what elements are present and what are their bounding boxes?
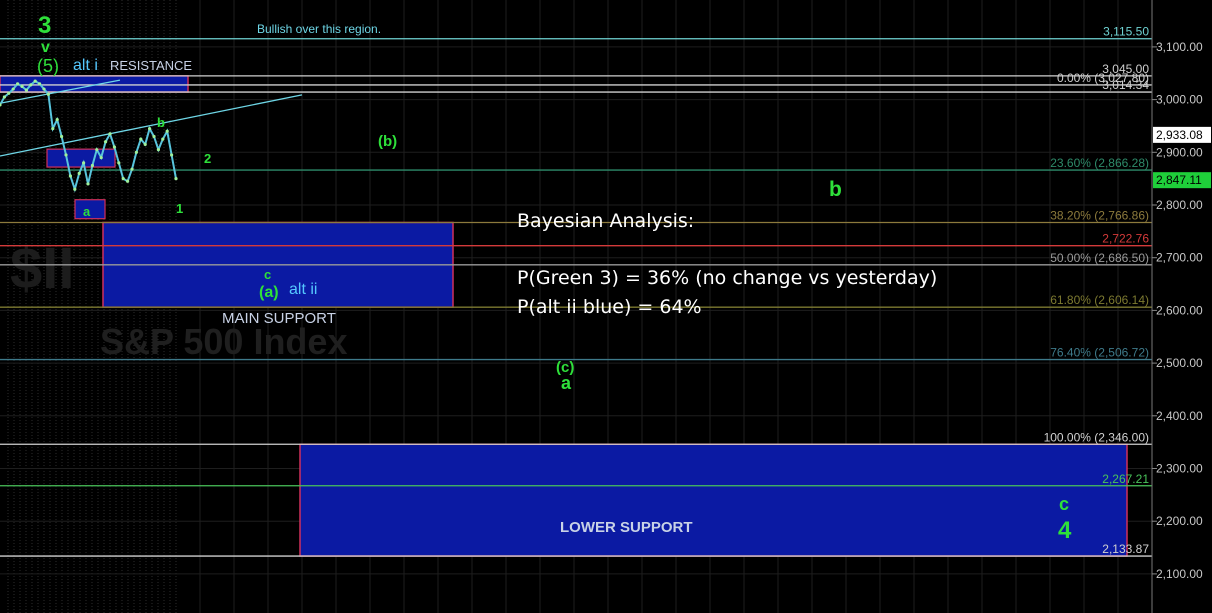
price-point [152,134,156,139]
level-label: 50.00% (2,686.50) [1050,251,1149,265]
wave-label-wave-c-small: c [264,267,271,282]
price-point [51,126,55,131]
wave-label-alt-ii: alt ii [289,281,317,298]
price-point [90,163,94,168]
price-point [143,142,147,146]
level-label: 3,014.34 [1102,78,1149,92]
price-point [77,171,81,175]
level-label: 3,115.50 [1103,25,1149,39]
price-point [16,82,20,86]
zone-box [0,75,189,93]
y-tick-label: 3,000.00 [1156,93,1203,107]
price-point [38,82,42,86]
price-point [161,137,165,141]
wave-label-wave-3: 3 [38,12,51,39]
price-point [7,91,11,95]
price-point [174,177,178,181]
y-axis: 3,100.00 3,000.00 2,900.00 2,800.00 2,700.00… [1151,0,1203,613]
price-point [2,95,6,99]
level-label: 100.00% (2,346.00) [1044,430,1149,444]
level-label: 76.40% (2,506.72) [1050,346,1149,360]
y-tick-label: 2,300.00 [1156,462,1203,476]
price-point [73,187,77,191]
level-label: 23.60% (2,866.28) [1050,156,1149,170]
price-point [46,92,51,96]
analysis-line-1: P(Green 3) = 36% (no change vs yesterday… [517,267,938,289]
small-zone-box [46,148,116,168]
price-point [121,177,125,181]
price-tag-label: 2,847.11 [1156,173,1202,187]
level-label: 2,267.21 [1102,472,1149,486]
wave-label-wave-1: 1 [176,201,183,216]
zone-box [299,443,1128,557]
wave-label-wave-a-big: a [561,373,572,393]
price-point [139,137,143,141]
wave-label-wave-b-small: b [157,115,165,130]
price-point [29,83,33,87]
wave-label-wave-a-box: a [83,204,91,219]
wave-label-wave-v: v [41,39,50,56]
price-point [130,167,134,171]
wave-label-wave-a-paren: (a) [259,284,279,301]
price-point [24,88,28,92]
wave-label-wave-b-paren: (b) [378,133,397,150]
price-point [99,155,103,160]
price-point [165,129,169,133]
y-tick-label: 3,100.00 [1156,40,1203,54]
level-label: 2,722.76 [1102,232,1149,246]
price-point [117,161,121,165]
price-point [104,140,108,144]
y-tick-label: 2,800.00 [1156,198,1203,212]
wave-label-wave-4: 4 [1058,517,1072,544]
price-tag-label: 2,933.08 [1156,128,1203,142]
price-point [33,79,37,83]
price-point [20,84,24,89]
price-series [0,79,178,193]
y-tick-label: 2,400.00 [1156,409,1203,423]
zone-label-resistance: RESISTANCE [110,58,192,73]
y-tick-label: 2,600.00 [1156,303,1203,317]
price-point [86,182,90,186]
trend-line [0,94,303,157]
wave-label-wave-2: 2 [204,151,211,166]
price-point [156,148,160,152]
y-tick-label: 2,100.00 [1156,567,1203,581]
price-point [95,148,99,152]
price-point [68,174,72,178]
price-point [170,153,174,157]
wave-label-alt-i: alt i [73,57,98,74]
price-point [55,118,59,122]
zone-label-lower: LOWER SUPPORT [560,519,693,536]
watermark-name: S&P 500 Index [100,321,347,362]
level-label: 2,133.87 [1102,542,1149,556]
zone-label-main: MAIN SUPPORT [222,310,336,327]
y-tick-label: 2,900.00 [1156,145,1203,159]
analysis-title: Bayesian Analysis: [517,210,695,232]
price-point [82,161,86,165]
price-point [134,150,138,154]
wave-label-wave-5: (5) [37,56,59,76]
price-point [126,179,130,183]
price-point [42,87,46,91]
wave-label-wave-c-big: c [1059,494,1069,514]
price-point [108,132,112,136]
wave-label-bullish: Bullish over this region. [257,22,381,36]
level-label: 61.80% (2,606.14) [1050,293,1149,307]
price-point [11,87,15,91]
price-point [148,126,152,131]
y-tick-label: 2,200.00 [1156,514,1203,528]
y-tick-label: 2,500.00 [1156,356,1203,370]
level-label: 38.20% (2,766.86) [1050,208,1149,222]
price-point [64,153,68,157]
analysis-line-2: P(alt ii blue) = 64% [517,296,702,318]
y-tick-label: 2,700.00 [1156,251,1203,265]
wave-label-wave-b-big: b [829,178,842,201]
price-point [60,134,64,139]
price-point [112,145,116,149]
